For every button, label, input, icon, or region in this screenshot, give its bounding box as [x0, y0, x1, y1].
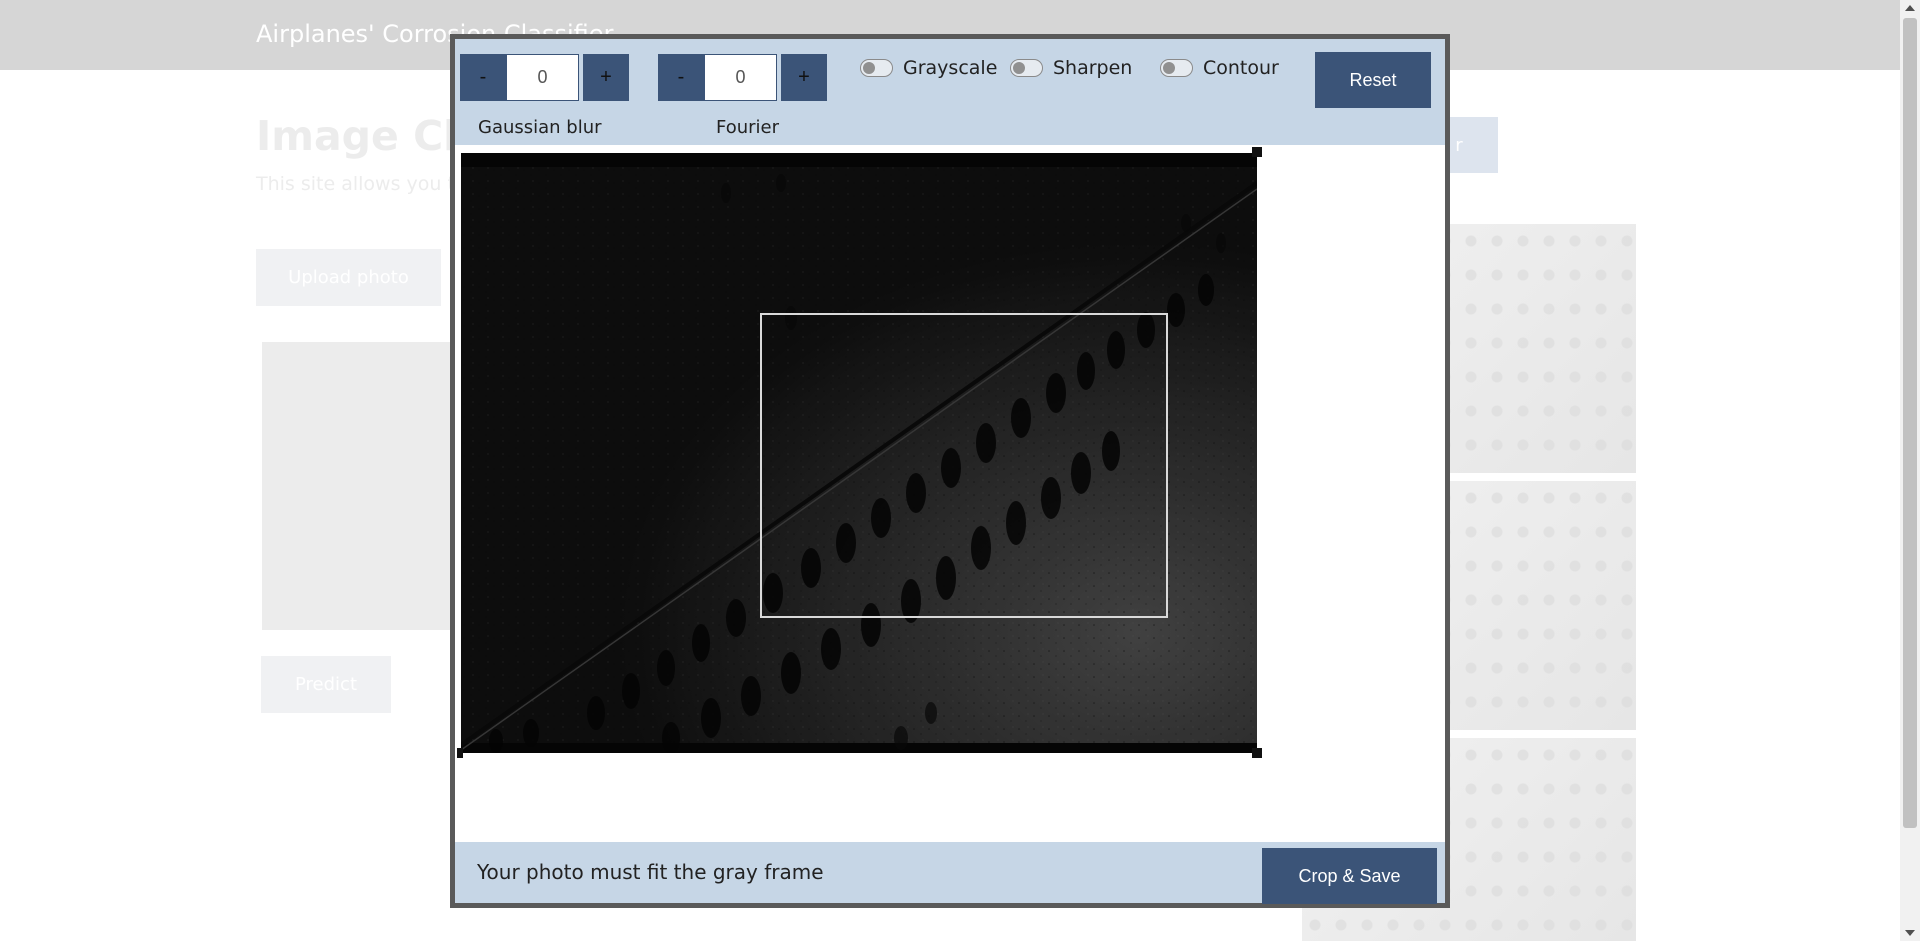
gaussian-increment-button[interactable]: +: [583, 54, 629, 101]
gaussian-blur-input[interactable]: [506, 54, 579, 101]
page-description: This site allows you to: [256, 173, 467, 195]
predict-button[interactable]: Predict: [261, 656, 391, 713]
grayscale-label: Grayscale: [903, 57, 998, 79]
sharpen-toggle[interactable]: Sharpen: [1010, 57, 1132, 79]
toggle-knob: [863, 62, 875, 74]
crop-handle-bottom-left[interactable]: [457, 748, 463, 758]
scroll-down-icon[interactable]: [1905, 930, 1915, 936]
toggle-switch[interactable]: [1010, 59, 1043, 77]
sharpen-label: Sharpen: [1053, 57, 1133, 79]
crop-handle-bottom-right[interactable]: [1252, 748, 1262, 758]
contour-label: Contour: [1203, 57, 1279, 79]
toggle-knob: [1163, 62, 1175, 74]
fourier-decrement-button[interactable]: -: [658, 54, 704, 101]
gaussian-decrement-button[interactable]: -: [460, 54, 506, 101]
image-editor-modal: - + Gaussian blur - + Fourier Grayscale …: [450, 34, 1450, 908]
editor-footer: Your photo must fit the gray frame Crop …: [455, 842, 1445, 904]
upload-photo-button[interactable]: Upload photo: [256, 249, 441, 306]
fourier-input[interactable]: [704, 54, 777, 101]
image-preview-placeholder: [262, 342, 462, 630]
toggle-knob: [1013, 62, 1025, 74]
fourier-label: Fourier: [716, 117, 780, 138]
toggle-switch[interactable]: [1160, 59, 1193, 77]
crop-canvas-area: [455, 145, 1445, 842]
crop-selection-frame[interactable]: [760, 313, 1168, 618]
footer-hint: Your photo must fit the gray frame: [477, 860, 824, 884]
scrollbar-thumb[interactable]: [1903, 18, 1917, 828]
gaussian-blur-label: Gaussian blur: [478, 117, 602, 138]
reset-button[interactable]: Reset: [1315, 52, 1431, 108]
corrosion-photo[interactable]: [461, 153, 1257, 753]
toggle-switch[interactable]: [860, 59, 893, 77]
scroll-up-icon[interactable]: [1905, 5, 1915, 11]
grayscale-toggle[interactable]: Grayscale: [860, 57, 997, 79]
crop-and-save-button[interactable]: Crop & Save: [1262, 848, 1437, 904]
contour-toggle[interactable]: Contour: [1160, 57, 1279, 79]
editor-toolbar: - + Gaussian blur - + Fourier Grayscale …: [455, 39, 1445, 145]
fourier-increment-button[interactable]: +: [781, 54, 827, 101]
crop-handle-top-right[interactable]: [1252, 147, 1262, 157]
